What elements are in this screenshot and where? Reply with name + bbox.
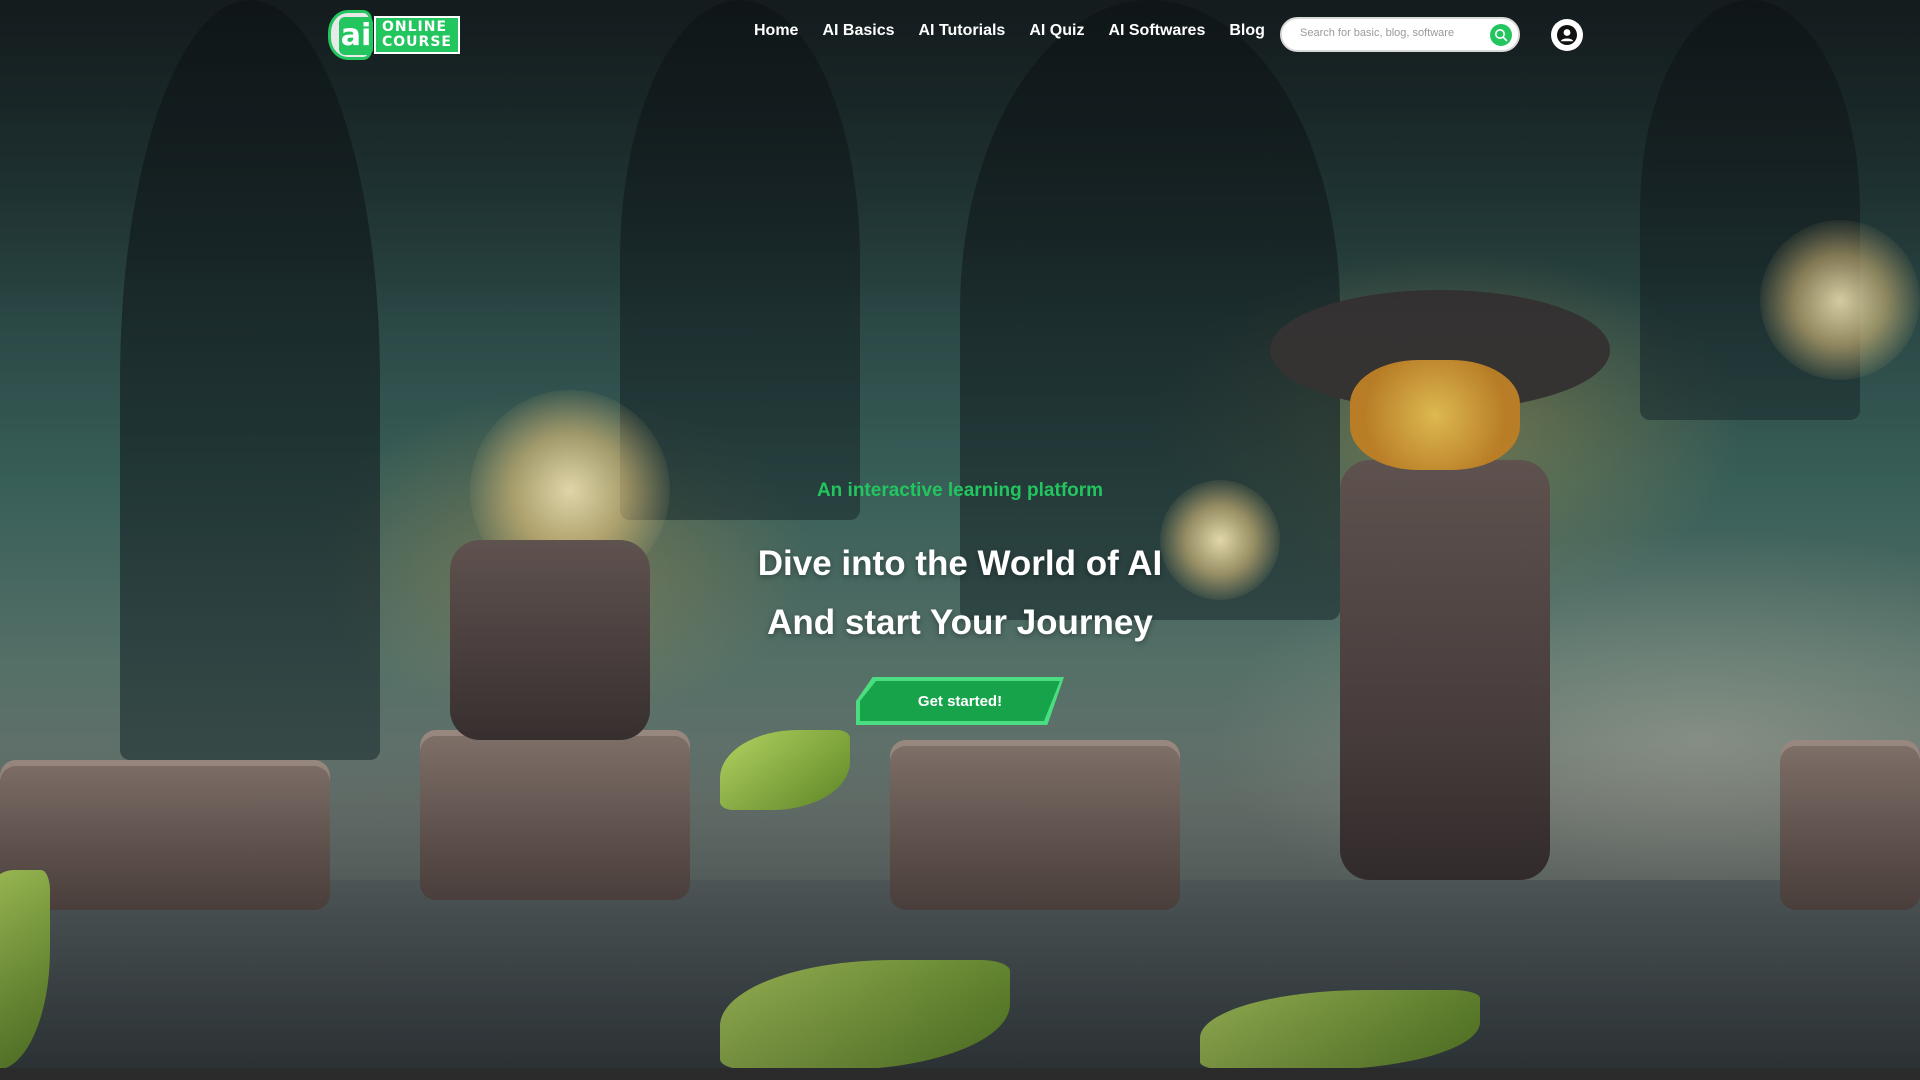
bottom-scroll-edge (0, 1068, 1920, 1080)
search-input[interactable] (1300, 27, 1480, 39)
search-bar (1280, 17, 1520, 52)
nav-home[interactable]: Home (754, 22, 798, 40)
hero-tagline: An interactive learning platform (816, 480, 1104, 501)
logo-text-bottom: COURSE (382, 34, 452, 50)
search-icon[interactable] (1490, 24, 1512, 46)
brain-icon: ai (328, 10, 373, 60)
hero-headline-line2: And start Your Journey (767, 603, 1153, 642)
user-icon[interactable] (1551, 19, 1583, 51)
site-logo[interactable]: ai ONLINE COURSE (328, 8, 460, 62)
logo-text-top: ONLINE (382, 19, 448, 35)
get-started-button[interactable]: Get started! (860, 681, 1060, 721)
nav-blog[interactable]: Blog (1229, 22, 1265, 40)
hero-headline-line1: Dive into the World of AI (757, 544, 1163, 583)
nav-ai-basics[interactable]: AI Basics (822, 22, 894, 40)
main-nav: Home AI Basics AI Tutorials AI Quiz AI S… (754, 22, 1289, 40)
nav-ai-quiz[interactable]: AI Quiz (1029, 22, 1084, 40)
nav-ai-softwares[interactable]: AI Softwares (1108, 22, 1205, 40)
logo-badge: ai (339, 17, 373, 55)
nav-ai-tutorials[interactable]: AI Tutorials (919, 22, 1006, 40)
hero-background (0, 0, 1920, 1068)
logo-wordmark: ONLINE COURSE (374, 16, 460, 54)
hero-overlay (0, 0, 1920, 1068)
